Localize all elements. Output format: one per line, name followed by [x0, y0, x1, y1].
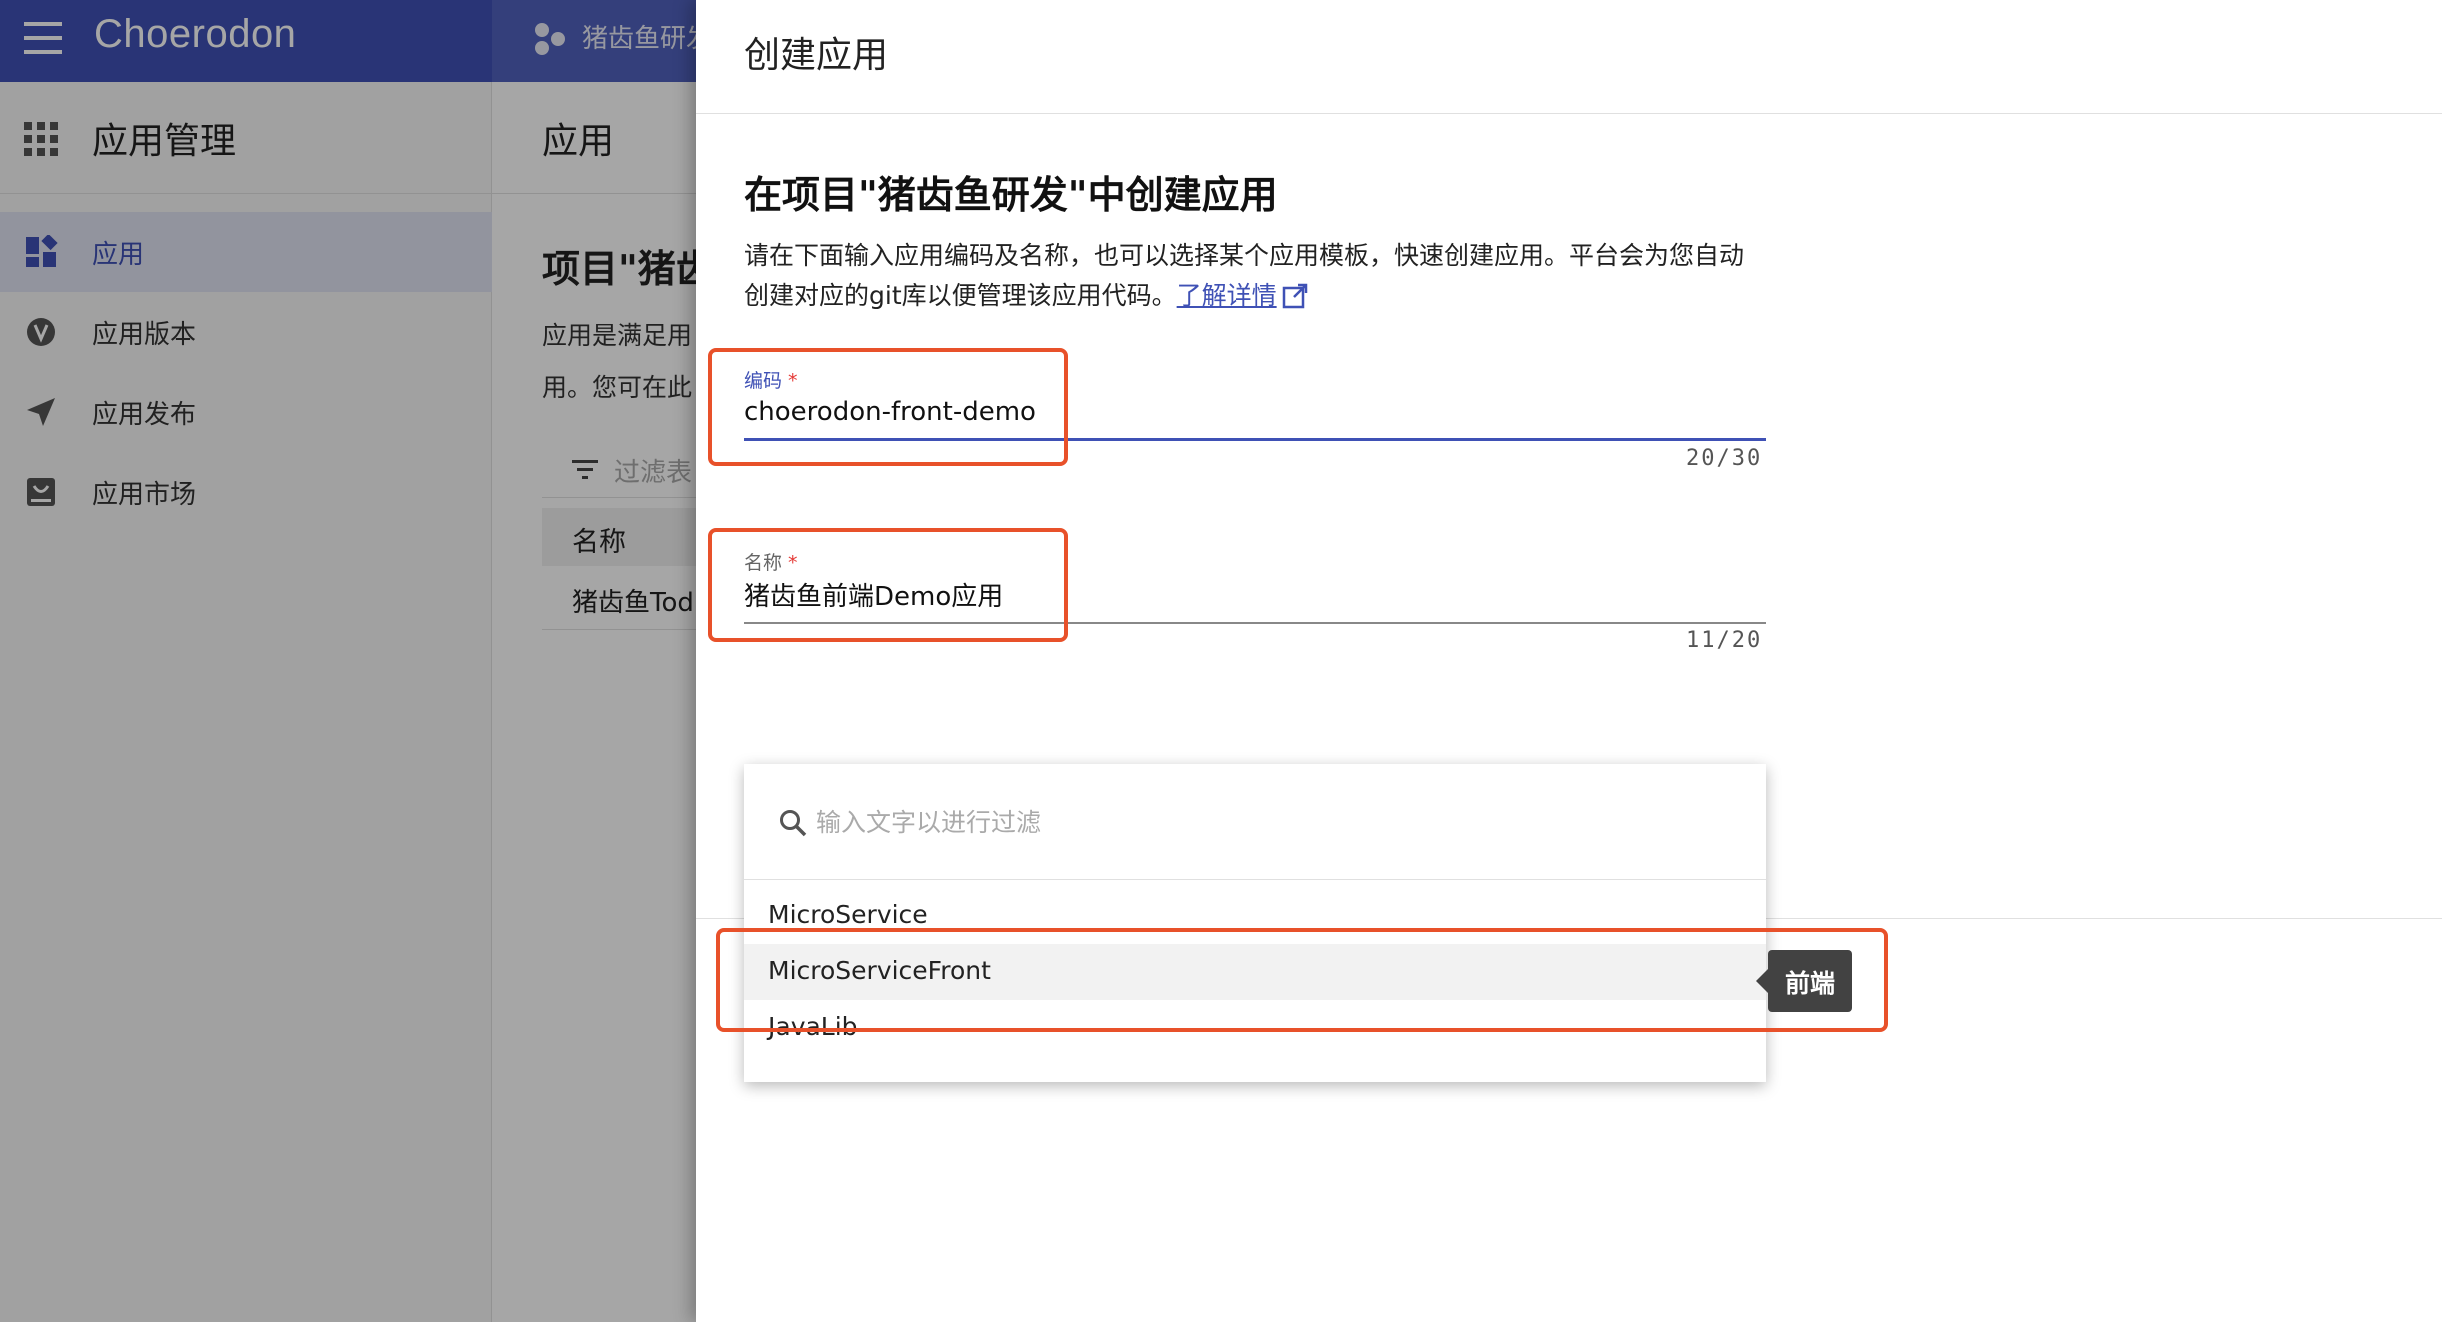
- dropdown-filter-input[interactable]: [816, 800, 1716, 844]
- dropdown-search: [744, 764, 1766, 880]
- form-description: 请在下面输入应用编码及名称，也可以选择某个应用模板，快速创建应用。平台会为您自动…: [744, 241, 1745, 310]
- create-app-drawer: 创建应用 在项目"猪齿鱼研发"中创建应用 请在下面输入应用编码及名称，也可以选择…: [696, 0, 2442, 1322]
- code-field-highlight: [708, 348, 1068, 466]
- form-heading: 在项目"猪齿鱼研发"中创建应用: [744, 173, 1278, 217]
- name-field-highlight: [708, 528, 1068, 642]
- name-char-counter: 11/20: [1686, 628, 1763, 653]
- option-highlight: [716, 928, 1888, 1032]
- drawer-header: 创建应用: [696, 0, 2442, 114]
- code-char-counter: 20/30: [1686, 446, 1763, 471]
- search-icon: [780, 810, 807, 837]
- learn-more-link[interactable]: 了解详情: [1177, 281, 1309, 310]
- external-link-icon: [1282, 283, 1307, 309]
- template-dropdown: MicroService MicroServiceFront JavaLib: [744, 764, 1766, 1082]
- drawer-title: 创建应用: [744, 35, 889, 76]
